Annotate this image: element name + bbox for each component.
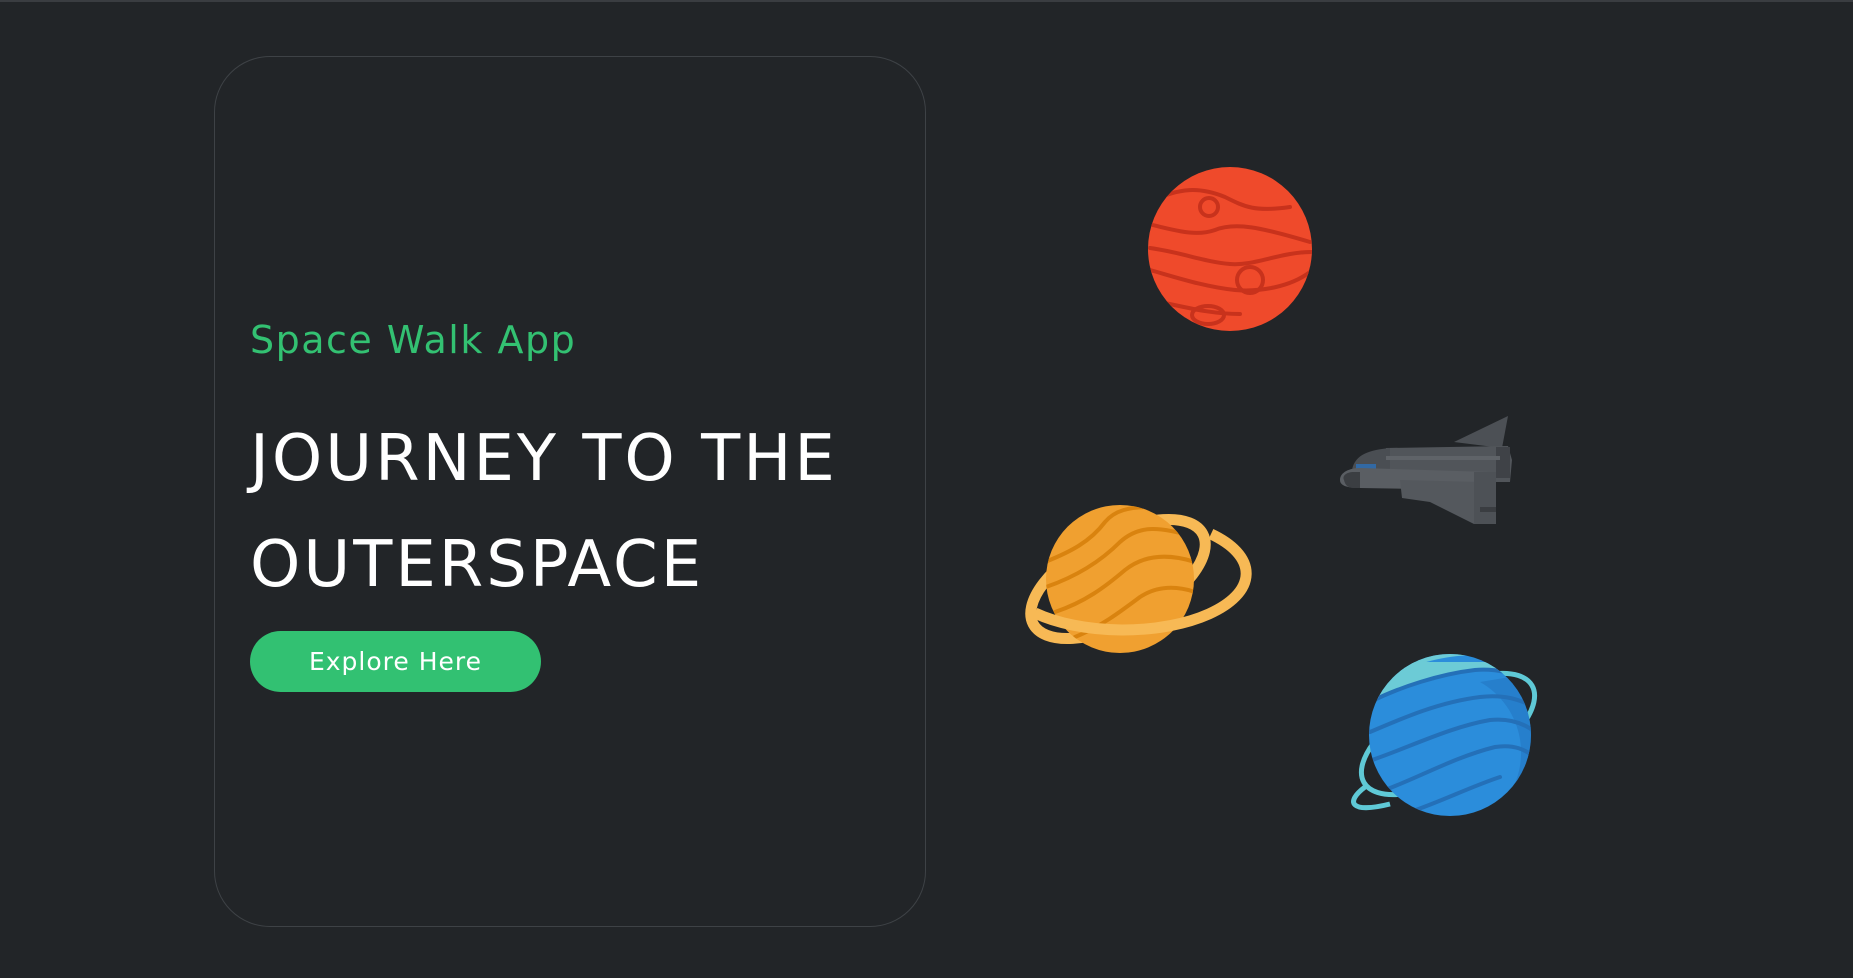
space-illustration <box>1025 167 1538 816</box>
landing-page: Space Walk App JOURNEY TO THE OUTERSPACE… <box>0 0 1853 978</box>
ringed-blue-planet-icon <box>1351 654 1538 816</box>
red-planet-icon <box>1148 167 1312 331</box>
space-shuttle-icon <box>1340 416 1512 524</box>
ringed-orange-planet-icon <box>1025 505 1252 653</box>
